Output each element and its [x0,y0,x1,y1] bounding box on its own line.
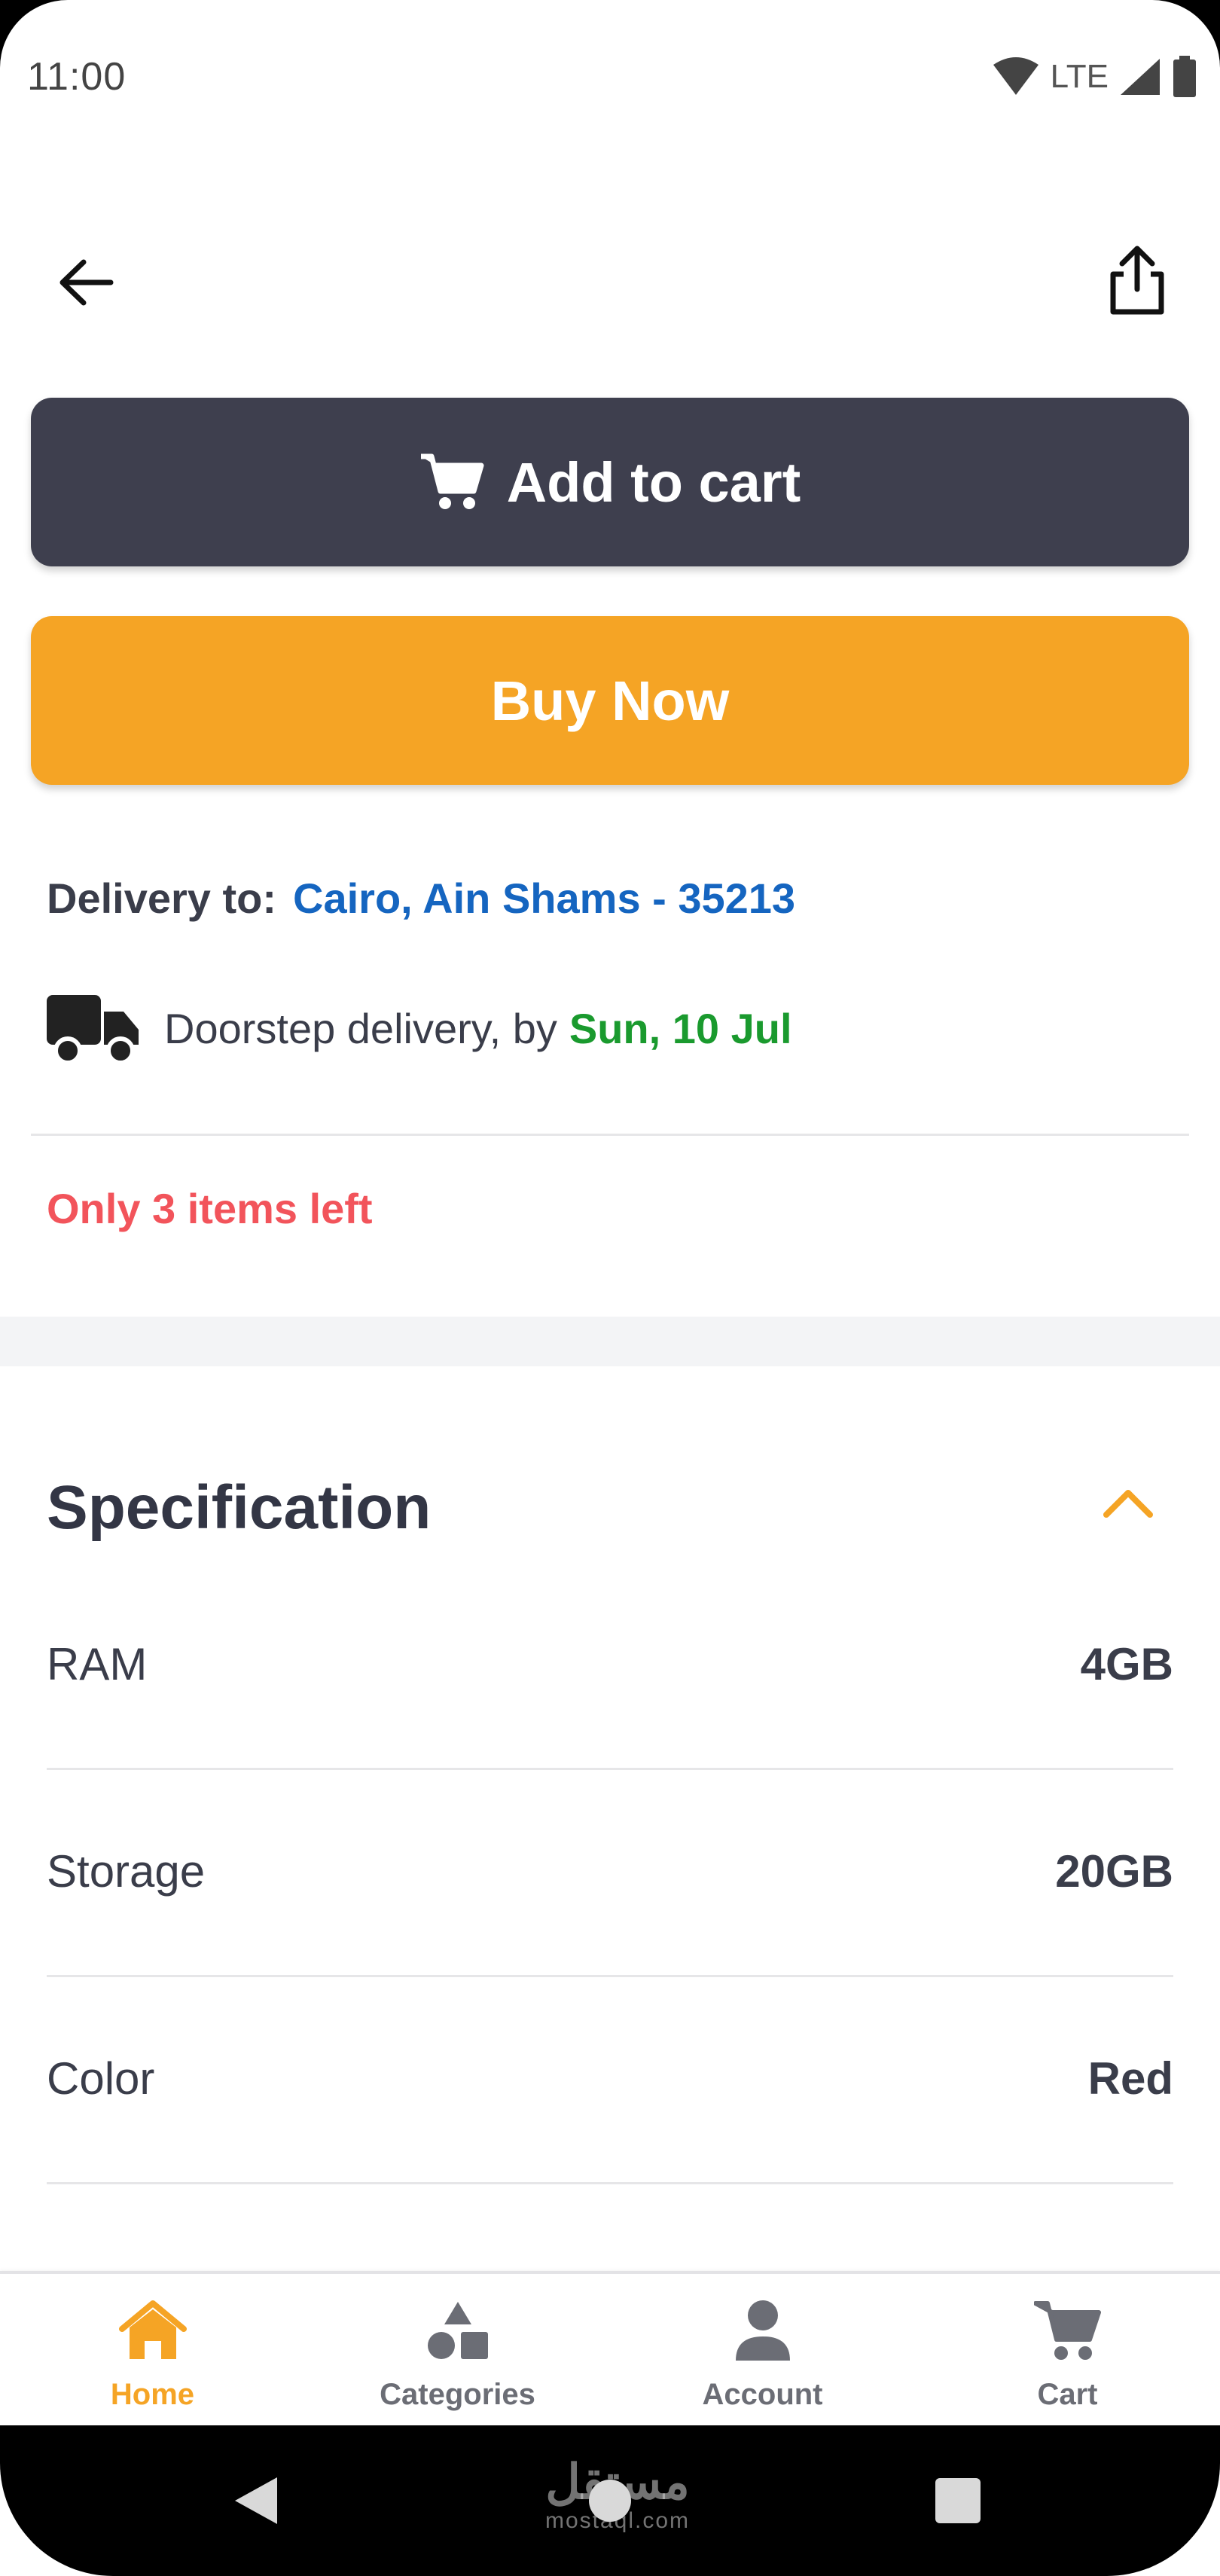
battery-icon [1173,56,1196,97]
network-type: LTE [1050,58,1109,95]
delivery-label: Delivery to: [47,874,276,922]
spec-value: 4GB [1080,1639,1173,1689]
nav-label: Categories [380,2378,535,2411]
categories-icon [427,2302,488,2359]
add-to-cart-button[interactable]: Add to cart [31,398,1189,566]
section-separator [0,1317,1220,1366]
signal-icon [1121,59,1160,95]
delivery-date: Sun, 10 Jul [569,1004,792,1052]
arrow-left-icon [59,259,114,306]
delivery-to: Delivery to: Cairo, Ain Shams - 35213 [47,874,795,923]
status-time: 11:00 [27,55,127,99]
spec-row-storage: Storage 20GB [47,1845,1173,2053]
share-button[interactable] [1100,243,1175,318]
divider [47,1975,1173,1977]
system-recents-button[interactable] [926,2469,990,2532]
back-button[interactable] [53,249,120,316]
bottom-nav: Home Categories Account Cart [0,2271,1220,2425]
status-bar: 11:00 LTE [0,0,1220,151]
delivery-estimate: Doorstep delivery, by Sun, 10 Jul [47,987,792,1070]
system-back-button[interactable] [226,2471,286,2531]
spec-key: Color [47,2053,155,2104]
buy-now-label: Buy Now [490,669,730,732]
cart-icon [420,453,484,509]
add-to-cart-label: Add to cart [506,450,801,514]
chevron-up-icon [1103,1490,1153,1518]
nav-label: Home [110,2378,195,2411]
specification-collapse-button[interactable] [1098,1476,1158,1529]
divider [47,1768,1173,1770]
delivery-address-link[interactable]: Cairo, Ain Shams - 35213 [293,874,795,922]
triangle-back-icon [235,2477,277,2524]
buy-now-button[interactable]: Buy Now [31,616,1189,785]
cart-icon [1033,2301,1101,2360]
divider [47,2182,1173,2184]
top-nav [0,226,1220,339]
nav-label: Cart [1037,2378,1098,2411]
spec-key: Storage [47,1846,206,1897]
status-icons: LTE [992,54,1197,99]
system-navigation-bar: مستقل mostaql.com [0,2425,1220,2576]
nav-home[interactable]: Home [0,2274,305,2425]
wifi-icon [993,57,1039,95]
stock-warning: Only 3 items left [47,1185,373,1232]
share-icon [1110,246,1164,315]
nav-label: Account [702,2378,823,2411]
app-screen: 11:00 LTE Add to cart Buy Now Delivery t… [0,0,1220,2576]
square-recents-icon [935,2478,981,2523]
delivery-method-text: Doorstep delivery, by [164,1004,557,1052]
spec-value: 20GB [1055,1846,1173,1897]
nav-cart[interactable]: Cart [915,2274,1220,2425]
nav-categories[interactable]: Categories [305,2274,610,2425]
spec-value: Red [1087,2053,1173,2104]
spec-row-color: Color Red [47,2053,1173,2260]
home-icon [118,2300,187,2359]
system-home-button[interactable] [580,2471,640,2531]
divider [31,1134,1189,1136]
specification-title: Specification [47,1473,432,1542]
account-icon [735,2300,790,2361]
circle-home-icon [589,2480,631,2522]
spec-key: RAM [47,1639,148,1689]
truck-icon [47,995,139,1065]
spec-row-ram: RAM 4GB [47,1638,1173,1845]
nav-account[interactable]: Account [610,2274,915,2425]
